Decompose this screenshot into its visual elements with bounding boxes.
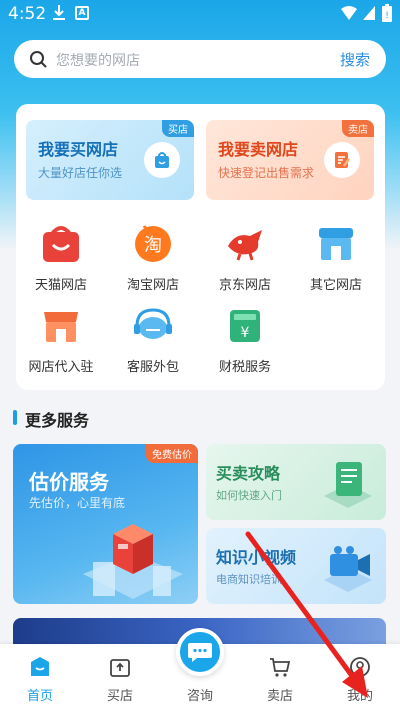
- battery-icon: !: [382, 4, 392, 22]
- guide-title: 买卖攻略: [216, 464, 281, 483]
- wifi-icon: [341, 6, 357, 20]
- tab-sell-shop[interactable]: 卖店: [240, 644, 320, 711]
- grid-item-settle[interactable]: 网店代入驻: [21, 304, 101, 375]
- tax-icon: ¥: [230, 310, 260, 342]
- grid-label: 天猫网店: [34, 278, 87, 293]
- search-input[interactable]: 您想要的网店: [56, 50, 140, 70]
- status-bar: 4:52 A !: [0, 0, 400, 30]
- video-subtitle: 电商知识培训: [216, 573, 282, 586]
- tab-label: 卖店: [266, 689, 293, 704]
- tmall-icon: [43, 226, 79, 262]
- shop-category-card: 买店 我要买网店 大量好店任你选 卖店 我要卖网店 快速登记出售需求 天猫网店 …: [16, 104, 385, 390]
- grid-label: 其它网店: [309, 278, 362, 293]
- video-camera-icon: [324, 546, 372, 592]
- consult-button[interactable]: [176, 628, 224, 676]
- edit-document-icon: [324, 142, 360, 178]
- tab-buy-shop[interactable]: 买店: [80, 644, 160, 711]
- grid-label: 网店代入驻: [28, 360, 94, 375]
- document-icon: [324, 462, 372, 508]
- trading-guide-card[interactable]: 买卖攻略 如何快速入门: [206, 444, 386, 520]
- store-settle-icon: [44, 312, 78, 342]
- tab-label: 首页: [26, 689, 53, 704]
- search-button[interactable]: 搜索: [340, 49, 370, 70]
- status-time: 4:52: [8, 4, 47, 24]
- section-marker: [13, 410, 17, 425]
- grid-item-other[interactable]: 其它网店: [296, 222, 376, 293]
- tab-label: 我的: [346, 689, 373, 704]
- sell-shop-card[interactable]: 卖店 我要卖网店 快速登记出售需求: [206, 120, 374, 200]
- buy-card-title: 我要买网店: [38, 140, 119, 159]
- grid-item-jd[interactable]: 京东网店: [205, 222, 285, 293]
- search-icon: [30, 51, 47, 68]
- home-icon: [31, 657, 49, 676]
- a-notification-icon: A: [75, 6, 89, 20]
- tab-label: 咨询: [186, 689, 213, 704]
- grid-label: 财税服务: [218, 360, 271, 375]
- grid-item-taobao[interactable]: 淘 淘宝网店: [113, 222, 193, 293]
- more-services-title: 更多服务: [25, 411, 90, 430]
- tab-home[interactable]: 首页: [0, 644, 80, 711]
- valuation-subtitle: 先估价，心里有底: [29, 496, 126, 510]
- grid-item-service[interactable]: 客服外包: [113, 304, 193, 375]
- sell-tag: 卖店: [342, 120, 374, 137]
- download-icon: [53, 5, 65, 20]
- guide-subtitle: 如何快速入门: [216, 489, 282, 502]
- grid-label: 客服外包: [126, 360, 179, 375]
- knowledge-video-card[interactable]: 知识小视频 电商知识培训: [206, 528, 386, 604]
- tab-profile[interactable]: 我的: [320, 644, 400, 711]
- grid-item-tax[interactable]: ¥ 财税服务: [205, 304, 285, 375]
- cart-icon: [270, 658, 291, 677]
- buy-shop-card[interactable]: 买店 我要买网店 大量好店任你选: [26, 120, 194, 200]
- search-bar[interactable]: 您想要的网店 搜索: [14, 40, 386, 78]
- grid-label: 淘宝网店: [126, 278, 179, 293]
- buy-shop-icon: [110, 659, 130, 677]
- other-shop-icon: [319, 228, 353, 260]
- profile-icon: [350, 657, 370, 677]
- svg-text:淘: 淘: [144, 235, 162, 256]
- buy-tag: 买店: [162, 120, 194, 137]
- svg-text:!: !: [385, 11, 389, 21]
- grid-label: 京东网店: [218, 278, 271, 293]
- sell-card-subtitle: 快速登记出售需求: [218, 166, 315, 180]
- shopping-bag-icon: [144, 142, 180, 178]
- taobao-icon: 淘: [135, 225, 171, 262]
- valuation-title: 估价服务: [29, 470, 109, 494]
- signal-icon: [363, 6, 375, 20]
- video-title: 知识小视频: [216, 548, 297, 567]
- svg-text:¥: ¥: [241, 325, 250, 341]
- calculator-illustration-icon: [83, 524, 183, 599]
- jd-icon: [228, 230, 262, 261]
- sell-card-title: 我要卖网店: [218, 140, 299, 159]
- headset-icon: [134, 308, 172, 339]
- grid-item-tmall[interactable]: 天猫网店: [21, 222, 101, 293]
- valuation-card[interactable]: 免费估价 估价服务 先估价，心里有底: [13, 444, 198, 604]
- free-valuation-tag: 免费估价: [146, 444, 198, 463]
- buy-card-subtitle: 大量好店任你选: [38, 166, 123, 180]
- chat-icon: [188, 643, 212, 662]
- tab-label: 买店: [106, 689, 133, 704]
